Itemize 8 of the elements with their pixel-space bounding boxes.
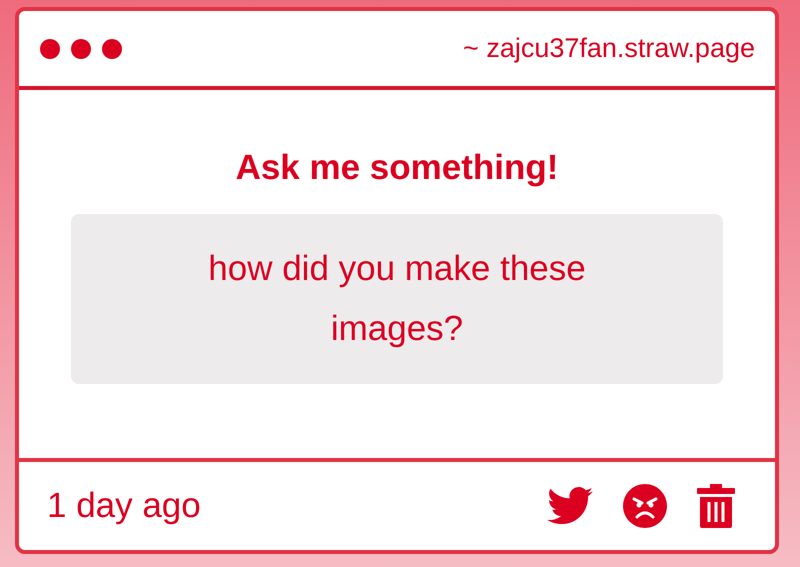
timestamp: 1 day ago [47, 486, 201, 526]
page-address: ~ zajcu37fan.straw.page [463, 33, 755, 64]
trash-icon[interactable] [697, 484, 735, 528]
prompt-title: Ask me something! [236, 148, 558, 188]
question-text: how did you make these images? [71, 214, 723, 384]
window-dots-icon [39, 38, 123, 60]
angry-face-icon[interactable] [623, 484, 667, 528]
bird-icon[interactable] [547, 487, 593, 525]
